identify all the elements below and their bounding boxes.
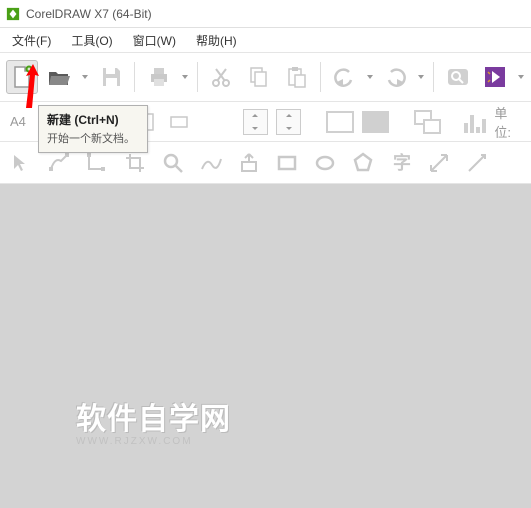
menu-window[interactable]: 窗口(W) [127,30,182,51]
print-button[interactable] [143,60,174,94]
tooltip-description: 开始一个新文档。 [47,130,137,146]
print-dropdown[interactable] [181,73,189,81]
freehand-tool[interactable] [196,148,226,178]
app-logo-icon [6,7,20,21]
frame-filled-button[interactable] [362,111,389,133]
separator [134,62,135,92]
menu-tools[interactable]: 工具(O) [65,30,118,51]
copy-button[interactable] [243,60,274,94]
separator [320,62,321,92]
cut-button[interactable] [206,60,237,94]
polygon-tool[interactable] [348,148,378,178]
stepper-1[interactable] [243,109,268,135]
paper-size-field[interactable]: A4 [6,114,30,129]
smart-fill-tool[interactable] [234,148,264,178]
separator [197,62,198,92]
ellipse-tool[interactable] [310,148,340,178]
zoom-tool[interactable] [158,148,188,178]
open-button[interactable] [44,60,75,94]
main-toolbar [0,52,531,102]
launcher-button[interactable] [480,60,511,94]
undo-button[interactable] [329,60,360,94]
overlap-button[interactable] [414,110,441,134]
tooltip-title: 新建 (Ctrl+N) [47,111,137,128]
search-button[interactable] [442,60,473,94]
tooltip: 新建 (Ctrl+N) 开始一个新文档。 [38,105,148,153]
menubar: 文件(F) 工具(O) 窗口(W) 帮助(H) [0,28,531,52]
open-dropdown[interactable] [81,73,89,81]
menu-file[interactable]: 文件(F) [6,30,57,51]
save-button[interactable] [95,60,126,94]
parallel-dim-tool[interactable] [424,148,454,178]
undo-dropdown[interactable] [366,73,374,81]
orientation-landscape-button[interactable] [167,109,190,135]
menu-help[interactable]: 帮助(H) [190,30,243,51]
watermark: 软件自学网 WWW.RJZXW.COM [76,394,231,447]
unit-label: 单位: [494,103,521,141]
separator [433,62,434,92]
canvas-area[interactable]: 软件自学网 WWW.RJZXW.COM [0,184,531,508]
watermark-text: 软件自学网 [76,394,231,438]
connector-tool[interactable] [462,148,492,178]
rectangle-tool[interactable] [272,148,302,178]
launcher-dropdown[interactable] [517,73,525,81]
pick-tool[interactable] [6,148,36,178]
window-title: CorelDRAW X7 (64-Bit) [26,7,152,21]
paste-button[interactable] [280,60,311,94]
titlebar: CorelDRAW X7 (64-Bit) [0,0,531,28]
chart-button[interactable] [464,111,486,133]
stepper-2[interactable] [276,109,301,135]
redo-dropdown[interactable] [417,73,425,81]
redo-button[interactable] [380,60,411,94]
frame-empty-button[interactable] [326,111,353,133]
svg-text:字: 字 [393,152,411,173]
text-tool[interactable]: 字 [386,148,416,178]
